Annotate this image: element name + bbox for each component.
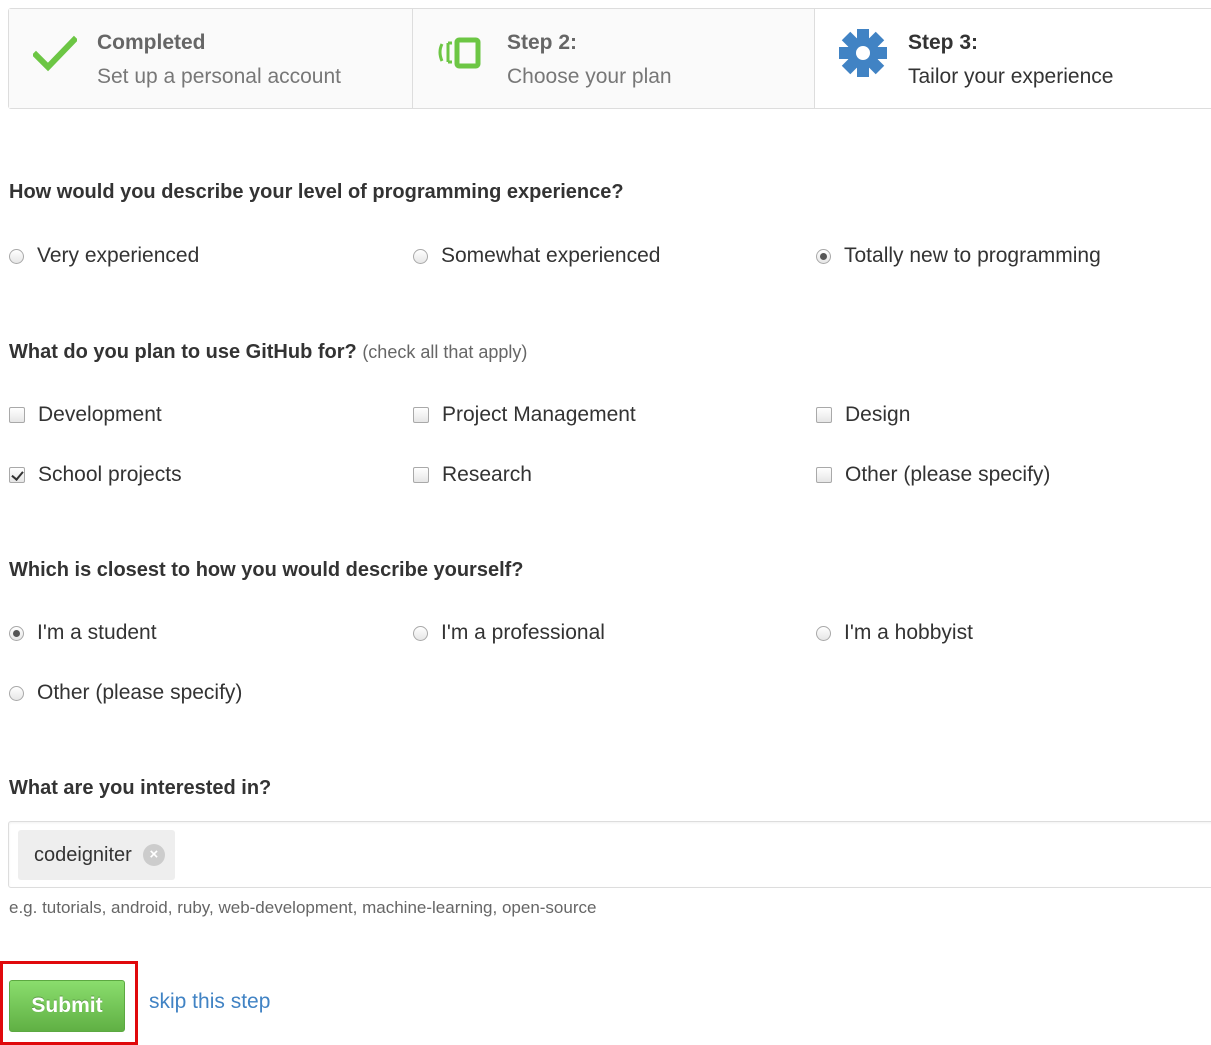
interests-help-text: e.g. tutorials, android, ruby, web-devel… [9, 898, 597, 917]
option-label: Design [845, 403, 911, 426]
step-title: Step 2: [507, 31, 578, 54]
step-description: Set up a personal account [97, 65, 342, 88]
option-label: Somewhat experienced [441, 244, 661, 267]
check-icon [31, 35, 79, 78]
remove-tag-icon[interactable]: × [142, 844, 165, 866]
interests-input[interactable]: codeigniter × [8, 821, 1211, 888]
option-label: Development [38, 403, 162, 426]
checkbox[interactable] [816, 467, 832, 483]
radio-button[interactable] [9, 625, 24, 641]
checkbox[interactable] [9, 407, 25, 423]
radio-very-experienced[interactable]: Very experienced [9, 244, 199, 268]
checkbox-project-management[interactable]: Project Management [413, 403, 636, 427]
step-title: Completed [97, 31, 206, 54]
gear-icon [837, 27, 889, 84]
radio-button[interactable] [413, 248, 428, 264]
usage-question-hint: (check all that apply) [362, 342, 528, 362]
option-label: Project Management [442, 403, 636, 426]
option-label: I'm a professional [441, 621, 605, 644]
checkbox[interactable] [413, 467, 429, 483]
checkbox[interactable] [9, 467, 25, 483]
option-label: Totally new to programming [844, 244, 1101, 267]
checkbox-school-projects[interactable]: School projects [9, 463, 182, 487]
radio-hobbyist[interactable]: I'm a hobbyist [816, 621, 973, 645]
radio-student[interactable]: I'm a student [9, 621, 157, 645]
step-title: Step 3: [908, 31, 979, 54]
signup-steps: Completed Set up a personal account Step… [8, 8, 1211, 109]
checkbox[interactable] [816, 407, 832, 423]
experience-question: How would you describe your level of pro… [9, 181, 624, 203]
step-choose-plan: Step 2: Choose your plan [413, 9, 815, 108]
usage-question-label: What do you plan to use GitHub for? [9, 341, 357, 363]
radio-totally-new[interactable]: Totally new to programming [816, 244, 1101, 268]
submit-button[interactable]: Submit [9, 980, 125, 1032]
interest-tag-label: codeigniter [34, 843, 132, 866]
step-description: Choose your plan [507, 65, 672, 88]
step-completed: Completed Set up a personal account [9, 9, 413, 108]
checkbox-design[interactable]: Design [816, 403, 910, 427]
describe-question: Which is closest to how you would descri… [9, 559, 524, 581]
checkbox[interactable] [413, 407, 429, 423]
interests-question: What are you interested in? [9, 777, 272, 799]
radio-other[interactable]: Other (please specify) [9, 681, 242, 705]
radio-button[interactable] [816, 625, 831, 641]
option-label: School projects [38, 463, 182, 486]
step-tailor-experience: Step 3: Tailor your experience [815, 9, 1211, 108]
radio-button[interactable] [9, 248, 24, 264]
skip-step-link[interactable]: skip this step [149, 990, 270, 1014]
checkbox-research[interactable]: Research [413, 463, 532, 487]
option-label: Other (please specify) [845, 463, 1051, 486]
step-description: Tailor your experience [908, 65, 1114, 88]
usage-question: What do you plan to use GitHub for? (che… [9, 341, 527, 364]
option-label: Research [442, 463, 532, 486]
radio-professional[interactable]: I'm a professional [413, 621, 605, 645]
checkbox-development[interactable]: Development [9, 403, 162, 427]
option-label: Other (please specify) [37, 681, 243, 704]
option-label: Very experienced [37, 244, 200, 267]
radio-button[interactable] [816, 248, 831, 264]
checkbox-other[interactable]: Other (please specify) [816, 463, 1050, 487]
radio-button[interactable] [9, 685, 24, 701]
option-label: I'm a student [37, 621, 157, 644]
option-label: I'm a hobbyist [844, 621, 973, 644]
plan-icon [435, 35, 485, 76]
radio-somewhat-experienced[interactable]: Somewhat experienced [413, 244, 660, 268]
interest-tag: codeigniter × [18, 830, 175, 880]
radio-button[interactable] [413, 625, 428, 641]
